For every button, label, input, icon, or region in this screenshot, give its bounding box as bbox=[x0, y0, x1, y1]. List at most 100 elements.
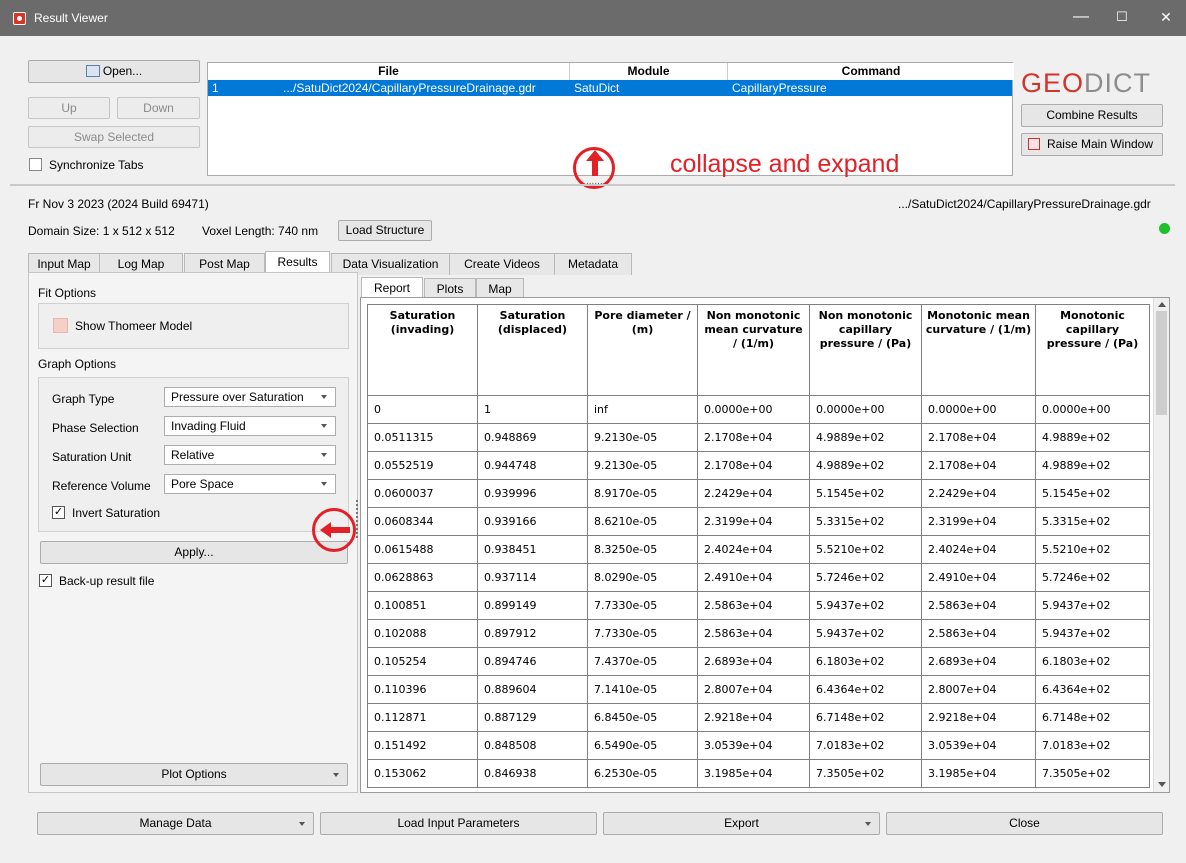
table-row[interactable]: 0.0615488 0.938451 8.3250e-05 2.4024e+04 5.5… bbox=[367, 535, 1150, 564]
table-cell[interactable]: 5.3315e+02 bbox=[809, 507, 922, 536]
table-cell[interactable]: 2.5863e+04 bbox=[697, 619, 810, 648]
table-scrollbar[interactable] bbox=[1153, 298, 1169, 792]
table-row[interactable]: 0.100851 0.899149 7.7330e-05 2.5863e+04 5.94… bbox=[367, 591, 1150, 620]
table-cell[interactable]: 7.0183e+02 bbox=[809, 731, 922, 760]
column-header[interactable]: Non monotonic capillary pressure / (Pa) bbox=[809, 304, 922, 396]
table-cell[interactable]: 0.0511315 bbox=[367, 423, 478, 452]
tab-map[interactable]: Map bbox=[476, 278, 524, 298]
table-cell[interactable]: 6.4364e+02 bbox=[809, 675, 922, 704]
close-window-button[interactable]: ✕ bbox=[1146, 0, 1186, 36]
table-cell[interactable]: 7.3505e+02 bbox=[1035, 759, 1150, 788]
vertical-splitter-handle[interactable] bbox=[356, 500, 359, 538]
table-cell[interactable]: 2.2429e+04 bbox=[697, 479, 810, 508]
table-cell[interactable]: 6.7148e+02 bbox=[1035, 703, 1150, 732]
table-cell[interactable]: 5.3315e+02 bbox=[1035, 507, 1150, 536]
table-cell[interactable]: 2.9218e+04 bbox=[697, 703, 810, 732]
table-cell[interactable]: 0.0000e+00 bbox=[697, 395, 810, 424]
scroll-down-arrow-icon[interactable] bbox=[1158, 782, 1166, 787]
table-cell[interactable]: 0.0615488 bbox=[367, 535, 478, 564]
show-thomeer-checkbox[interactable] bbox=[53, 318, 68, 333]
table-row[interactable]: 0.112871 0.887129 6.8450e-05 2.9218e+04 6.71… bbox=[367, 703, 1150, 732]
table-row[interactable]: 0.153062 0.846938 6.2530e-05 3.1985e+04 7.35… bbox=[367, 759, 1150, 788]
table-cell[interactable]: 6.1803e+02 bbox=[809, 647, 922, 676]
table-cell[interactable]: 0.151492 bbox=[367, 731, 478, 760]
table-cell[interactable]: 2.5863e+04 bbox=[921, 619, 1036, 648]
table-cell[interactable]: 2.3199e+04 bbox=[921, 507, 1036, 536]
table-cell[interactable]: 7.1410e-05 bbox=[587, 675, 698, 704]
table-cell[interactable]: 4.9889e+02 bbox=[1035, 423, 1150, 452]
reference-volume-select[interactable]: Pore Space bbox=[164, 474, 336, 494]
table-cell[interactable]: 6.4364e+02 bbox=[1035, 675, 1150, 704]
load-input-parameters-button[interactable]: Load Input Parameters bbox=[320, 812, 597, 835]
table-cell[interactable]: 0.110396 bbox=[367, 675, 478, 704]
table-cell[interactable]: 0.846938 bbox=[477, 759, 588, 788]
splitter-line[interactable] bbox=[10, 184, 1175, 186]
table-cell[interactable]: 5.9437e+02 bbox=[809, 591, 922, 620]
table-cell[interactable]: 0.0000e+00 bbox=[921, 395, 1036, 424]
table-cell[interactable]: 5.1545e+02 bbox=[1035, 479, 1150, 508]
table-cell[interactable]: 2.8007e+04 bbox=[697, 675, 810, 704]
swap-selected-button[interactable]: Swap Selected bbox=[28, 126, 200, 148]
table-cell[interactable]: 0.848508 bbox=[477, 731, 588, 760]
table-cell[interactable]: 5.1545e+02 bbox=[809, 479, 922, 508]
table-cell[interactable]: 2.3199e+04 bbox=[697, 507, 810, 536]
table-cell[interactable]: 2.4910e+04 bbox=[921, 563, 1036, 592]
table-cell[interactable]: 7.3505e+02 bbox=[809, 759, 922, 788]
table-cell[interactable]: 5.9437e+02 bbox=[1035, 619, 1150, 648]
table-cell[interactable]: 0.112871 bbox=[367, 703, 478, 732]
table-cell[interactable]: 0.0000e+00 bbox=[1035, 395, 1150, 424]
table-cell[interactable]: 0.889604 bbox=[477, 675, 588, 704]
table-row[interactable]: 0.0628863 0.937114 8.0290e-05 2.4910e+04 5.7… bbox=[367, 563, 1150, 592]
table-cell[interactable]: 2.8007e+04 bbox=[921, 675, 1036, 704]
apply-button[interactable]: Apply... bbox=[40, 541, 348, 564]
table-cell[interactable]: 3.0539e+04 bbox=[697, 731, 810, 760]
table-cell[interactable]: 0.0600037 bbox=[367, 479, 478, 508]
table-cell[interactable]: 7.7330e-05 bbox=[587, 591, 698, 620]
table-cell[interactable]: 0.944748 bbox=[477, 451, 588, 480]
command-column-header[interactable]: Command bbox=[728, 63, 1014, 80]
synchronize-tabs-checkbox[interactable] bbox=[29, 158, 42, 171]
up-button[interactable]: Up bbox=[28, 97, 110, 119]
table-cell[interactable]: 0.899149 bbox=[477, 591, 588, 620]
file-list-row[interactable]: 1 .../SatuDict2024/CapillaryPressureDrai… bbox=[208, 80, 1012, 96]
table-row[interactable]: 0.151492 0.848508 6.5490e-05 3.0539e+04 7.01… bbox=[367, 731, 1150, 760]
table-cell[interactable]: 0.939996 bbox=[477, 479, 588, 508]
table-cell[interactable]: inf bbox=[587, 395, 698, 424]
open-button[interactable]: Open... bbox=[28, 60, 200, 83]
column-header[interactable]: Pore diameter / (m) bbox=[587, 304, 698, 396]
table-cell[interactable]: 0.937114 bbox=[477, 563, 588, 592]
scroll-up-arrow-icon[interactable] bbox=[1158, 302, 1166, 307]
table-cell[interactable]: 2.9218e+04 bbox=[921, 703, 1036, 732]
table-cell[interactable]: 0.102088 bbox=[367, 619, 478, 648]
table-cell[interactable]: 8.3250e-05 bbox=[587, 535, 698, 564]
table-cell[interactable]: 0.948869 bbox=[477, 423, 588, 452]
table-cell[interactable]: 1 bbox=[477, 395, 588, 424]
tab-metadata[interactable]: Metadata bbox=[554, 253, 632, 275]
table-cell[interactable]: 4.9889e+02 bbox=[1035, 451, 1150, 480]
table-cell[interactable]: 7.4370e-05 bbox=[587, 647, 698, 676]
column-header[interactable]: Monotonic mean curvature / (1/m) bbox=[921, 304, 1036, 396]
table-cell[interactable]: 2.4024e+04 bbox=[921, 535, 1036, 564]
table-cell[interactable]: 0.153062 bbox=[367, 759, 478, 788]
table-cell[interactable]: 8.9170e-05 bbox=[587, 479, 698, 508]
table-cell[interactable]: 0.897912 bbox=[477, 619, 588, 648]
table-cell[interactable]: 8.0290e-05 bbox=[587, 563, 698, 592]
table-cell[interactable]: 5.5210e+02 bbox=[1035, 535, 1150, 564]
table-cell[interactable]: 7.0183e+02 bbox=[1035, 731, 1150, 760]
column-header[interactable]: Non monotonic mean curvature / (1/m) bbox=[697, 304, 810, 396]
table-cell[interactable]: 2.5863e+04 bbox=[697, 591, 810, 620]
export-button[interactable]: Export bbox=[603, 812, 880, 835]
table-cell[interactable]: 5.5210e+02 bbox=[809, 535, 922, 564]
table-cell[interactable]: 2.6893e+04 bbox=[697, 647, 810, 676]
table-cell[interactable]: 5.7246e+02 bbox=[1035, 563, 1150, 592]
table-cell[interactable]: 4.9889e+02 bbox=[809, 451, 922, 480]
file-column-header[interactable]: File bbox=[208, 63, 570, 80]
table-cell[interactable]: 2.5863e+04 bbox=[921, 591, 1036, 620]
table-cell[interactable]: 2.1708e+04 bbox=[697, 423, 810, 452]
raise-main-window-button[interactable]: Raise Main Window bbox=[1021, 133, 1163, 156]
table-cell[interactable]: 2.4910e+04 bbox=[697, 563, 810, 592]
graph-type-select[interactable]: Pressure over Saturation bbox=[164, 387, 336, 407]
backup-result-checkbox[interactable]: ✓ bbox=[39, 574, 52, 587]
table-cell[interactable]: 2.1708e+04 bbox=[697, 451, 810, 480]
scroll-thumb[interactable] bbox=[1156, 311, 1167, 415]
